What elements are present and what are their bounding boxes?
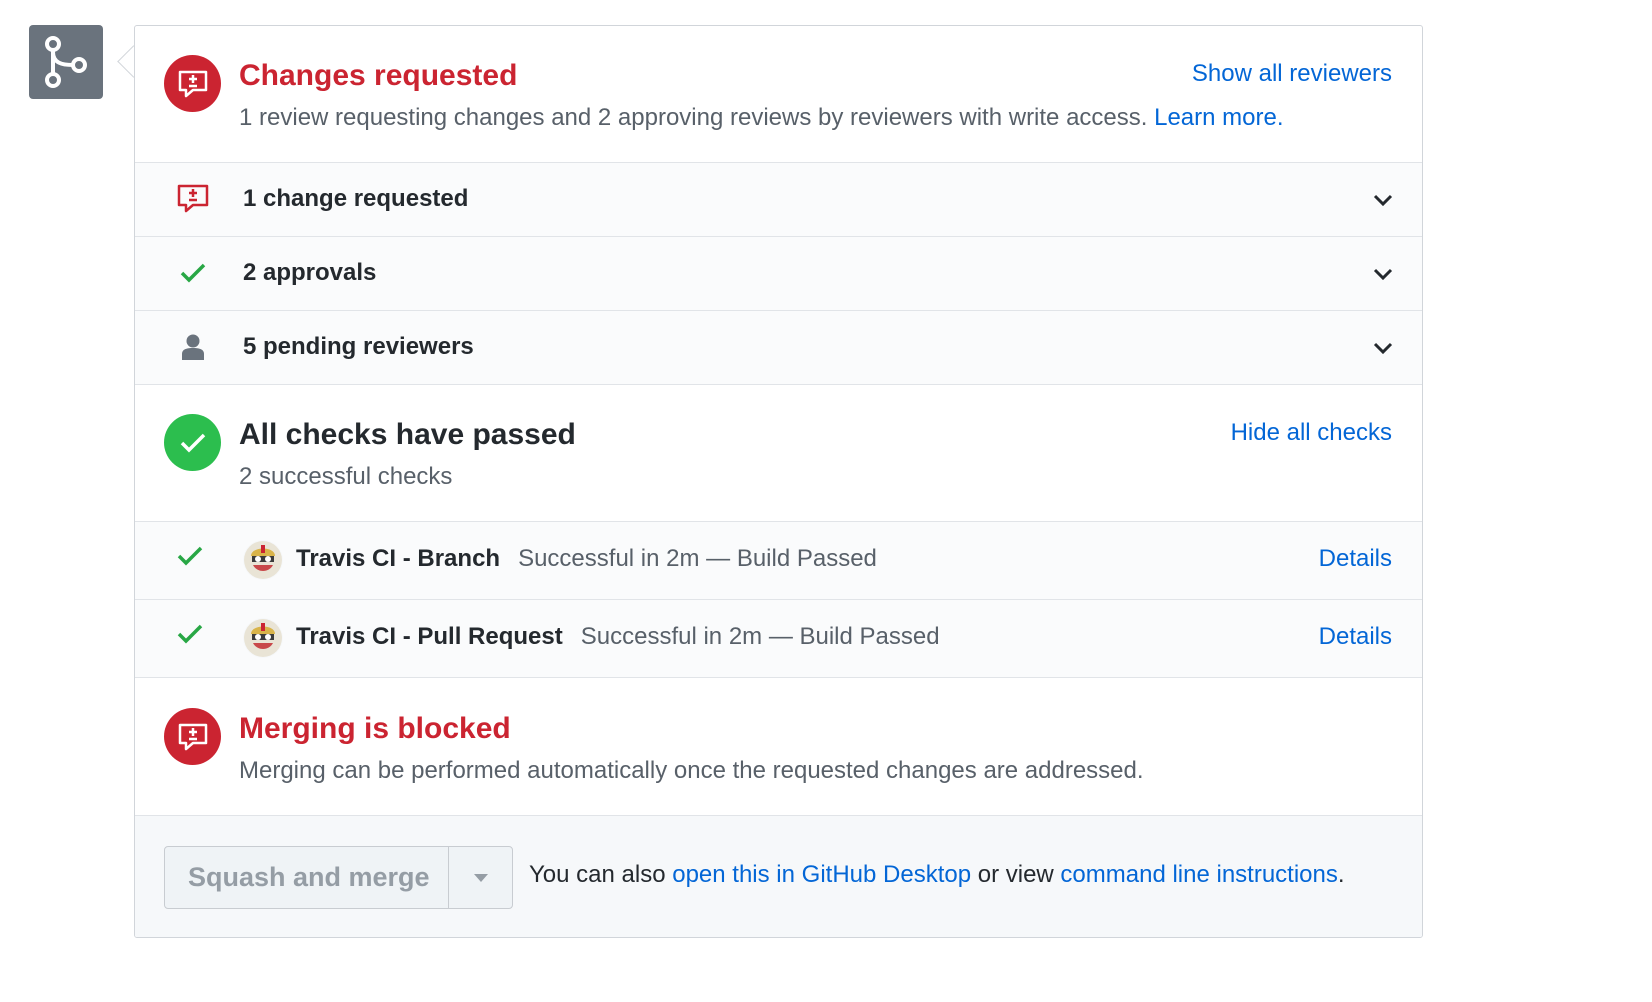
caret-down-icon xyxy=(473,873,488,882)
learn-more-link[interactable]: Learn more. xyxy=(1154,104,1283,131)
approvals-label: 2 approvals xyxy=(243,259,377,286)
chevron-down-icon[interactable] xyxy=(1368,259,1398,289)
check-icon xyxy=(177,546,203,566)
check-description: Successful in 2m — Build Passed xyxy=(580,623,940,650)
approvals-row[interactable]: 2 approvals xyxy=(135,237,1422,311)
open-in-github-desktop-link[interactable]: open this in GitHub Desktop xyxy=(672,861,971,888)
check-name: Travis CI - Pull Request Successful in 2m… xyxy=(296,623,940,651)
changes-requested-row[interactable]: 1 change requested xyxy=(135,163,1422,237)
review-subtitle: 1 review requesting changes and 2 approv… xyxy=(239,104,1284,132)
travis-ci-avatar xyxy=(243,540,283,580)
review-status-section: Changes requested 1 review requesting ch… xyxy=(135,26,1422,163)
comment-diff-icon xyxy=(164,55,221,112)
pending-reviewers-row[interactable]: 5 pending reviewers xyxy=(135,311,1422,385)
pending-reviewers-label: 5 pending reviewers xyxy=(243,333,474,360)
squash-and-merge-button[interactable]: Squash and merge xyxy=(165,847,449,908)
command-line-instructions-link[interactable]: command line instructions xyxy=(1060,861,1337,888)
merge-footer: Squash and merge You can also open this … xyxy=(135,816,1422,937)
check-item: Travis CI - Branch Successful in 2m — Bui… xyxy=(135,522,1422,600)
footer-prefix: You can also xyxy=(529,861,673,888)
git-merge-icon xyxy=(29,25,103,99)
footer-middle: or view xyxy=(971,861,1061,888)
merge-status-panel: Changes requested 1 review requesting ch… xyxy=(134,25,1423,938)
merge-options-dropdown[interactable] xyxy=(449,847,512,908)
check-name-text: Travis CI - Pull Request xyxy=(296,623,563,650)
footer-suffix: . xyxy=(1337,861,1345,888)
check-name-text: Travis CI - Branch xyxy=(296,545,501,572)
comment-diff-icon xyxy=(175,181,211,217)
chevron-down-icon[interactable] xyxy=(1368,185,1398,215)
review-title: Changes requested xyxy=(239,59,518,92)
check-description: Successful in 2m — Build Passed xyxy=(518,545,877,572)
chevron-down-icon[interactable] xyxy=(1368,333,1398,363)
checks-section: All checks have passed 2 successful chec… xyxy=(135,385,1422,522)
merge-footer-text: You can also open this in GitHub Desktop… xyxy=(529,861,1345,889)
check-circle-icon xyxy=(164,414,221,471)
check-icon xyxy=(175,255,211,291)
show-all-reviewers-link[interactable]: Show all reviewers xyxy=(1192,60,1392,88)
check-icon xyxy=(177,624,203,644)
review-subtitle-text: 1 review requesting changes and 2 approv… xyxy=(239,104,1148,131)
merge-blocked-subtitle: Merging can be performed automatically o… xyxy=(239,757,1144,784)
details-link[interactable]: Details xyxy=(1319,545,1392,573)
merge-blocked-title: Merging is blocked xyxy=(239,712,511,745)
merge-blocked-section: Merging is blocked Merging can be perfor… xyxy=(135,679,1422,816)
hide-all-checks-link[interactable]: Hide all checks xyxy=(1231,419,1392,447)
merge-button-group: Squash and merge xyxy=(164,846,513,909)
details-link[interactable]: Details xyxy=(1319,623,1392,651)
check-name: Travis CI - Branch Successful in 2m — Bui… xyxy=(296,545,877,573)
travis-ci-avatar xyxy=(243,618,283,658)
comment-diff-icon xyxy=(164,708,221,765)
check-item: Travis CI - Pull Request Successful in 2m… xyxy=(135,600,1422,678)
person-icon xyxy=(175,329,211,365)
checks-title: All checks have passed xyxy=(239,418,576,451)
checks-subtitle: 2 successful checks xyxy=(239,463,453,490)
changes-requested-label: 1 change requested xyxy=(243,185,469,212)
